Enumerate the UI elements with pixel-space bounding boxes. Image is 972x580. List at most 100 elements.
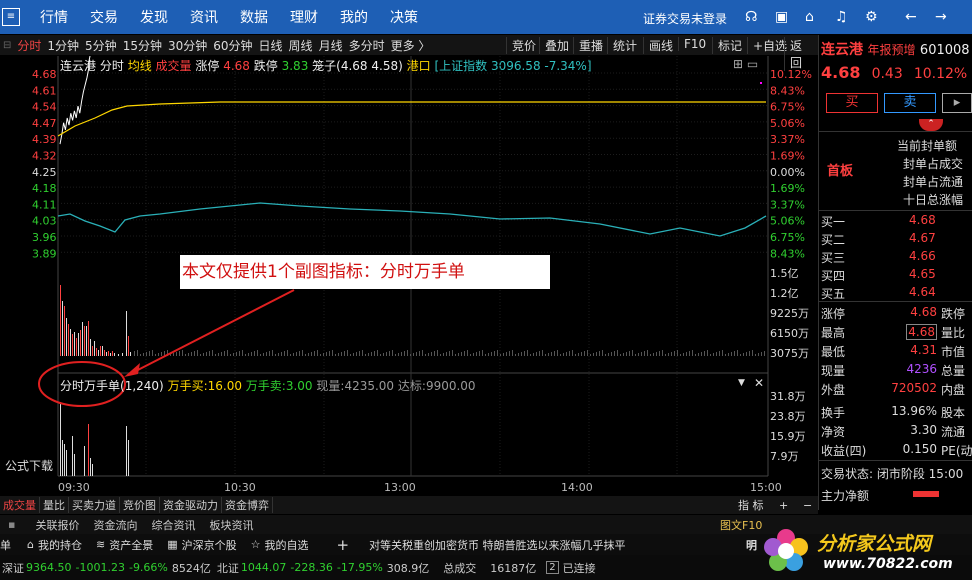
nav-shuju[interactable]: 数据: [240, 7, 268, 27]
svc-stocks[interactable]: 沪深京个股: [182, 537, 237, 553]
intraday-chart[interactable]: 连云港 分时 均线 成交量 涨停 4.68 跌停 3.83 笼子(4.68 4.…: [0, 56, 818, 496]
report-badge[interactable]: 年报预增: [867, 43, 915, 57]
settings-icon[interactable]: ⚙: [865, 8, 878, 26]
volume-bar: [677, 350, 678, 356]
login-status[interactable]: 证券交易未登录: [643, 10, 727, 27]
stat-label: 收益(四): [821, 444, 867, 458]
tab-volume-ratio[interactable]: 量比: [40, 497, 69, 513]
back-arrow-icon[interactable]: ←: [905, 8, 917, 26]
price-change: 0.43: [871, 66, 903, 82]
period-more[interactable]: 更多 〉: [388, 37, 434, 54]
tab-volume[interactable]: 成交量: [0, 497, 40, 513]
bell-icon[interactable]: ♫: [835, 8, 848, 26]
sz-amount: 8524亿: [171, 561, 211, 575]
buy-button[interactable]: 买: [826, 93, 878, 113]
sell-button[interactable]: 卖: [884, 93, 936, 113]
stat-value: 720502: [891, 381, 937, 395]
forward-arrow-icon[interactable]: →: [935, 8, 947, 26]
period-30min[interactable]: 30分钟: [165, 37, 210, 54]
bz-value[interactable]: 1044.07: [241, 561, 287, 574]
tool-overlay[interactable]: 叠加: [539, 37, 574, 54]
dropdown-icon[interactable]: ▼: [738, 378, 745, 388]
formula-download[interactable]: 公式下载: [5, 457, 54, 474]
more-trade-button[interactable]: ▸: [942, 93, 972, 113]
sub-indicator-name[interactable]: 分时万手单: [60, 379, 120, 393]
bid-row[interactable]: 买二 4.67: [821, 231, 971, 248]
remove-indicator-button[interactable]: −: [800, 499, 815, 512]
svc-watchlist[interactable]: 我的自选: [264, 537, 308, 553]
reach-value: 9900.00: [425, 379, 476, 393]
volume-bar: [485, 354, 486, 356]
nav-jiaoyi[interactable]: 交易: [90, 7, 118, 27]
svc-assets[interactable]: 资产全景: [109, 537, 153, 553]
stat-label-2: 市值: [941, 345, 966, 359]
shirt-icon[interactable]: ⌂: [805, 8, 814, 26]
tab-related-quote[interactable]: 关联报价: [35, 517, 79, 533]
tool-f10[interactable]: F10: [678, 37, 711, 51]
indicator-button[interactable]: 指 标: [735, 497, 767, 513]
nav-hangqing[interactable]: 行情: [40, 7, 68, 27]
period-5min[interactable]: 5分钟: [82, 37, 120, 54]
svc-position[interactable]: 我的持仓: [38, 537, 82, 553]
tab-fund-flow[interactable]: 资金流向: [93, 517, 137, 533]
volume-bar: [377, 350, 378, 356]
nav-wode[interactable]: 我的: [340, 7, 368, 27]
volume-bar: [707, 350, 708, 356]
close-sub-icon[interactable]: ✕: [754, 376, 764, 390]
period-day[interactable]: 日线: [256, 37, 286, 54]
period-60min[interactable]: 60分钟: [210, 37, 255, 54]
period-15min[interactable]: 15分钟: [120, 37, 165, 54]
sz-value[interactable]: 9364.50: [26, 561, 72, 574]
volume-bar: [626, 352, 627, 356]
tab-buy-sell-force[interactable]: 买卖力道: [69, 497, 120, 513]
tab-auction-chart[interactable]: 竞价图: [120, 497, 160, 513]
period-intraday[interactable]: 分时: [14, 37, 44, 54]
stat-value: 4.31: [910, 343, 937, 357]
price-tick: 4.03: [32, 215, 57, 228]
price-tick: 4.25: [32, 166, 57, 179]
tool-auction[interactable]: 竞价: [506, 37, 541, 54]
nav-licai[interactable]: 理财: [290, 7, 318, 27]
time-tick: 15:00: [750, 481, 782, 494]
bid-row[interactable]: 买四 4.65: [821, 267, 971, 284]
collapse-icon[interactable]: ⌃: [919, 119, 943, 131]
period-month[interactable]: 月线: [316, 37, 346, 54]
volume-bar: [602, 350, 603, 356]
volume-bar: [569, 351, 570, 356]
menu-icon[interactable]: ≡: [2, 8, 20, 26]
volume-bar: [440, 354, 441, 356]
screen-icon[interactable]: ▣: [775, 8, 788, 26]
bid-row[interactable]: 买一 4.68: [821, 213, 971, 230]
nav-zixun[interactable]: 资讯: [190, 7, 218, 27]
volume-bar: [239, 351, 240, 356]
tool-draw[interactable]: 画线: [643, 37, 678, 54]
volume-bar: [461, 352, 462, 356]
volume-bar: [236, 352, 237, 356]
tab-news[interactable]: 综合资讯: [151, 517, 195, 533]
tool-replay[interactable]: 重播: [573, 37, 608, 54]
volume-bar: [82, 322, 83, 356]
lock-icon[interactable]: ⊟: [0, 40, 14, 51]
add-indicator-button[interactable]: +: [776, 499, 791, 512]
add-service-button[interactable]: +: [336, 536, 349, 554]
bid-row[interactable]: 买五 4.64: [821, 285, 971, 302]
tab-fund-drive[interactable]: 资金驱动力: [160, 497, 222, 513]
pct-tick: 8.43%: [770, 247, 805, 260]
nav-juece[interactable]: 决策: [390, 7, 418, 27]
tool-mark[interactable]: 标记: [712, 37, 747, 54]
tool-stats[interactable]: 统计: [607, 37, 642, 54]
period-1min[interactable]: 1分钟: [44, 37, 82, 54]
annotation-arrow: [129, 289, 295, 375]
period-multi[interactable]: 多分时: [346, 37, 388, 54]
news-ticker[interactable]: 对等关税重创加密货币 特朗普胜选以来涨幅几乎抹平: [369, 537, 626, 553]
period-week[interactable]: 周线: [286, 37, 316, 54]
volume-bar: [359, 351, 360, 356]
tab-sector-news[interactable]: 板块资讯: [209, 517, 253, 533]
f10-link[interactable]: 图文F10: [720, 517, 762, 533]
bid-row[interactable]: 买三 4.66: [821, 249, 971, 266]
volume-bar: [590, 354, 591, 356]
nav-faxian[interactable]: 发现: [140, 7, 168, 27]
tab-fund-game[interactable]: 资金博弈: [222, 497, 273, 513]
headset-icon[interactable]: ☊: [745, 8, 757, 26]
svc-order[interactable]: 单: [0, 537, 11, 553]
